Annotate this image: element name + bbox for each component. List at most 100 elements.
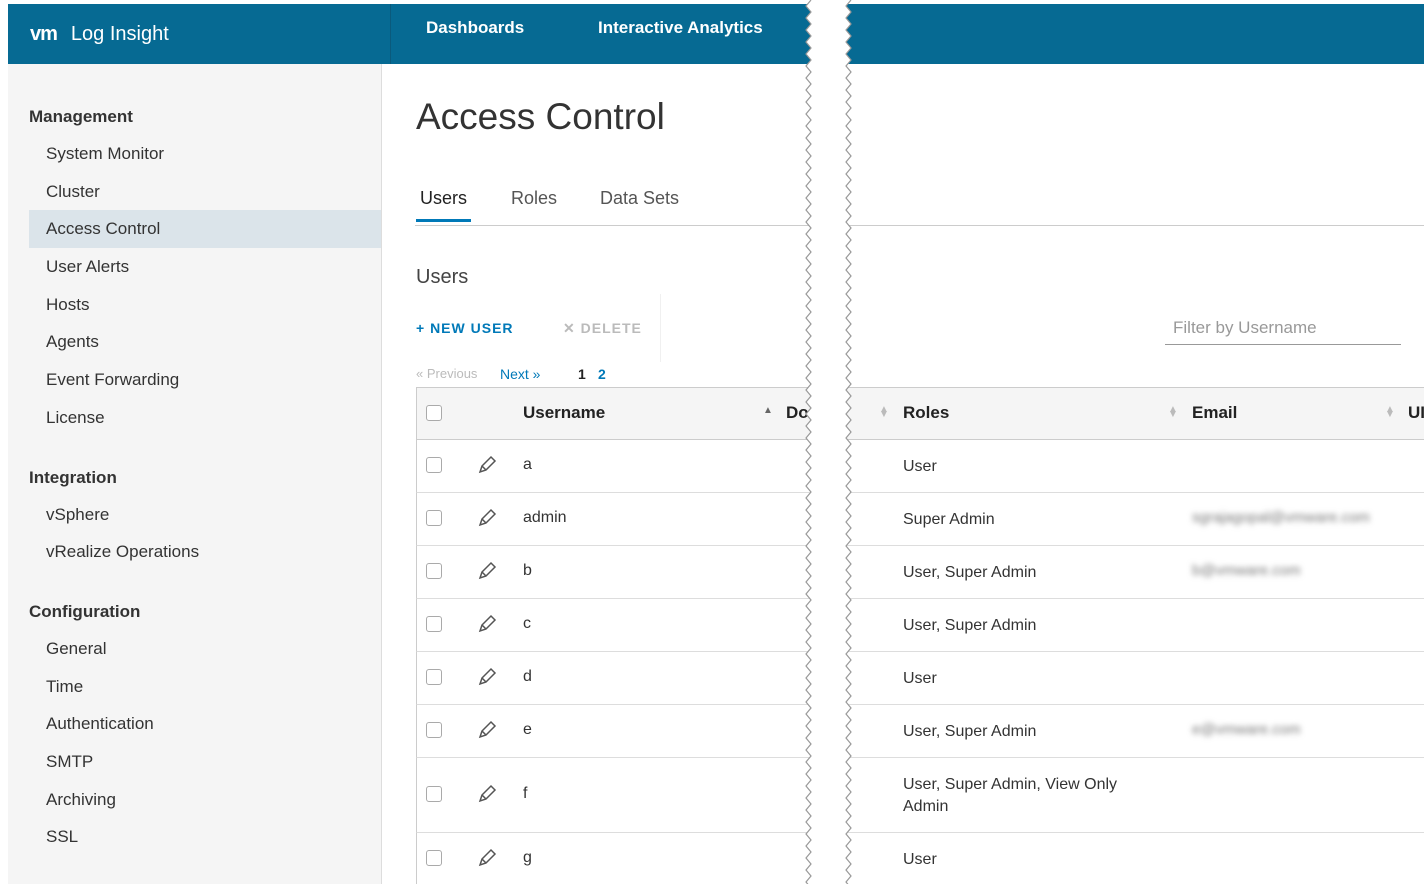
table-row: e: [416, 705, 815, 758]
table-header: Username ▲ Do: [416, 387, 815, 440]
delete-button[interactable]: ✕ DELETE: [563, 320, 642, 337]
cell-roles: User: [903, 458, 937, 475]
header-divider: [390, 4, 391, 64]
edit-pencil-icon[interactable]: [477, 508, 497, 528]
row-checkbox[interactable]: [426, 722, 442, 738]
sort-icon[interactable]: ▲ ▼: [879, 405, 889, 420]
select-all-checkbox[interactable]: [426, 405, 442, 421]
row-checkbox[interactable]: [426, 850, 442, 866]
cell-username[interactable]: e: [523, 721, 532, 739]
edit-pencil-icon[interactable]: [477, 784, 497, 804]
table-row: User: [845, 652, 1424, 705]
toolbar-blank-area: [660, 294, 815, 362]
tab-users[interactable]: Users: [416, 188, 472, 222]
sidebar-item-user-alerts[interactable]: User Alerts: [8, 248, 381, 286]
sidebar: Management System Monitor Cluster Access…: [8, 64, 382, 884]
sidebar-item-authentication[interactable]: Authentication: [8, 705, 381, 743]
top-header-continued: [845, 4, 1424, 64]
edit-pencil-icon[interactable]: [477, 455, 497, 475]
sidebar-item-event-forwarding[interactable]: Event Forwarding: [8, 361, 381, 399]
table-row: User: [845, 833, 1424, 884]
row-checkbox[interactable]: [426, 786, 442, 802]
row-checkbox[interactable]: [426, 616, 442, 632]
cell-username[interactable]: f: [523, 785, 527, 803]
nav-dashboards[interactable]: Dashboards: [426, 4, 524, 64]
table-row: User, Super Admin b@vmware.com: [845, 546, 1424, 599]
filter-username-input[interactable]: [1165, 312, 1401, 345]
row-checkbox[interactable]: [426, 510, 442, 526]
sidebar-item-system-monitor[interactable]: System Monitor: [8, 135, 381, 173]
column-roles[interactable]: Roles: [903, 403, 949, 423]
table-row: d: [416, 652, 815, 705]
table-row: a: [416, 440, 815, 493]
sidebar-item-time[interactable]: Time: [8, 668, 381, 706]
pagination-page-1[interactable]: 1: [578, 366, 586, 382]
table-row: g: [416, 833, 815, 884]
cell-username[interactable]: a: [523, 456, 532, 474]
sidebar-item-vsphere[interactable]: vSphere: [8, 496, 381, 534]
pagination-next[interactable]: Next »: [500, 366, 540, 382]
column-ui[interactable]: UI: [1408, 403, 1424, 423]
nav-interactive-analytics[interactable]: Interactive Analytics: [598, 4, 763, 64]
sidebar-item-hosts[interactable]: Hosts: [8, 286, 381, 324]
sidebar-item-general[interactable]: General: [8, 630, 381, 668]
cell-roles: User, Super Admin: [903, 723, 1037, 740]
table-row: User, Super Admin, View Only Admin: [845, 758, 1424, 833]
tabs-divider: [415, 225, 815, 226]
brand[interactable]: vm Log Insight: [30, 16, 169, 52]
cell-username[interactable]: d: [523, 668, 532, 686]
tab-data-sets[interactable]: Data Sets: [600, 188, 679, 209]
cell-roles: User: [903, 670, 937, 687]
torn-edge-left: [805, 0, 819, 884]
table-header-continued: ▲ ▼ Roles ▲ ▼ Email ▲ ▼ UI: [845, 387, 1424, 440]
row-checkbox[interactable]: [426, 669, 442, 685]
sort-icon[interactable]: ▲ ▼: [1168, 405, 1178, 420]
edit-pencil-icon[interactable]: [477, 667, 497, 687]
tab-roles[interactable]: Roles: [511, 188, 557, 209]
cell-username[interactable]: b: [523, 562, 532, 580]
cell-username[interactable]: admin: [523, 509, 567, 527]
cell-username[interactable]: c: [523, 615, 531, 633]
cell-roles: User: [903, 851, 937, 868]
app-title: Log Insight: [70, 22, 169, 45]
pagination-page-2[interactable]: 2: [598, 366, 606, 382]
table-row: f: [416, 758, 815, 833]
sidebar-item-archiving[interactable]: Archiving: [8, 781, 381, 819]
sidebar-item-cluster[interactable]: Cluster: [8, 173, 381, 211]
cell-email: e@vmware.com: [1192, 721, 1301, 738]
edit-pencil-icon[interactable]: [477, 720, 497, 740]
row-checkbox[interactable]: [426, 457, 442, 473]
sort-ascending-icon[interactable]: ▲: [763, 405, 773, 416]
sidebar-item-vrealize-operations[interactable]: vRealize Operations: [8, 533, 381, 571]
edit-pencil-icon[interactable]: [477, 561, 497, 581]
users-table-continued: ▲ ▼ Roles ▲ ▼ Email ▲ ▼ UI User Super Admin s…: [845, 387, 1424, 884]
sidebar-group-integration: Integration: [29, 467, 117, 487]
pagination-previous[interactable]: « Previous: [416, 366, 477, 381]
row-checkbox[interactable]: [426, 563, 442, 579]
sidebar-item-agents[interactable]: Agents: [8, 323, 381, 361]
cell-username[interactable]: g: [523, 849, 532, 867]
sidebar-item-license[interactable]: License: [8, 399, 381, 437]
sidebar-group-management: Management: [29, 107, 133, 126]
cell-roles: User, Super Admin: [903, 564, 1037, 581]
sidebar-item-ssl[interactable]: SSL: [8, 818, 381, 856]
edit-pencil-icon[interactable]: [477, 614, 497, 634]
table-row: Super Admin sgrajagopal@vmware.com: [845, 493, 1424, 546]
new-user-button[interactable]: + NEW USER: [416, 320, 514, 336]
edit-pencil-icon[interactable]: [477, 848, 497, 868]
column-email[interactable]: Email: [1192, 403, 1237, 423]
column-username[interactable]: Username: [523, 403, 605, 423]
table-row: User: [845, 440, 1424, 493]
cell-email: sgrajagopal@vmware.com: [1192, 509, 1370, 526]
tabs-divider-continued: [845, 225, 1424, 226]
cell-roles: User, Super Admin, View Only Admin: [903, 776, 1118, 815]
table-row: b: [416, 546, 815, 599]
sidebar-item-smtp[interactable]: SMTP: [8, 743, 381, 781]
sort-icon[interactable]: ▲ ▼: [1385, 405, 1395, 420]
cell-email: b@vmware.com: [1192, 562, 1301, 579]
table-row: User, Super Admin: [845, 599, 1424, 652]
vm-logo: vm: [30, 22, 58, 45]
cell-roles: Super Admin: [903, 511, 995, 528]
sidebar-item-access-control[interactable]: Access Control: [29, 210, 381, 249]
torn-edge-right: [843, 0, 852, 884]
